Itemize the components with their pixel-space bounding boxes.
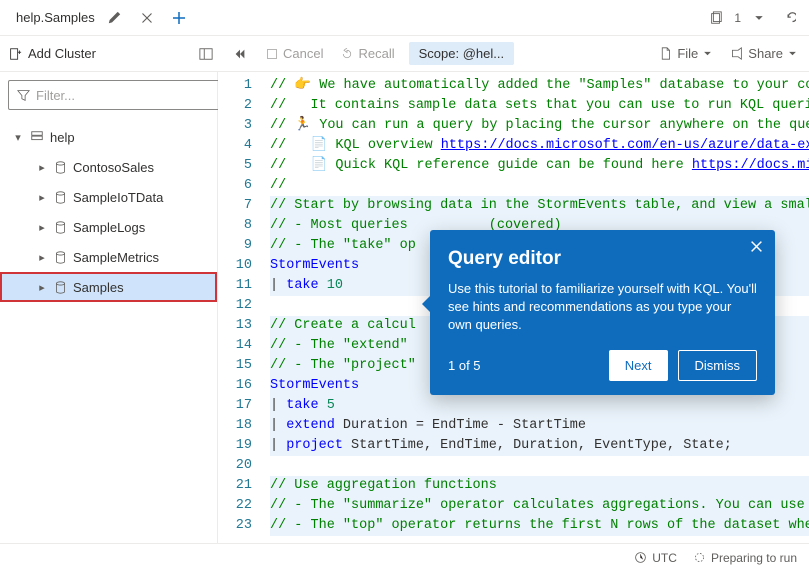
- connection-tree: ▾ help ▸ ContosoSales ▸ SampleIoTData ▸ Sampl…: [0, 118, 217, 306]
- chevron-right-icon: ▸: [36, 161, 48, 174]
- next-button[interactable]: Next: [609, 350, 668, 381]
- cancel-button[interactable]: Cancel: [262, 44, 327, 63]
- tree-item-label: SampleIoTData: [73, 190, 163, 205]
- status-state: Preparing to run: [693, 551, 797, 565]
- database-icon: [54, 221, 67, 234]
- callout-step: 1 of 5: [448, 358, 481, 373]
- cluster-icon: [30, 130, 44, 144]
- tab-active[interactable]: help.Samples: [8, 0, 167, 35]
- pencil-icon[interactable]: [103, 6, 127, 30]
- timezone-label: UTC: [652, 551, 677, 565]
- database-icon: [54, 191, 67, 204]
- undo-icon[interactable]: [777, 6, 801, 30]
- toolbar: Add Cluster Cancel Recall Scope: @hel...…: [0, 36, 809, 72]
- tab-bar: help.Samples 1: [0, 0, 809, 36]
- filter-input[interactable]: [36, 88, 212, 103]
- tree-root-label: help: [50, 130, 75, 145]
- share-menu[interactable]: Share: [726, 44, 801, 63]
- recall-button[interactable]: Recall: [337, 44, 398, 63]
- clock-icon: [634, 551, 647, 564]
- tutorial-callout: Query editor Use this tutorial to famili…: [430, 230, 775, 395]
- chevron-down-icon[interactable]: [747, 6, 771, 30]
- close-icon[interactable]: [135, 6, 159, 30]
- new-tab-button[interactable]: [167, 6, 191, 30]
- chevron-right-icon: ▸: [36, 251, 48, 264]
- status-bar: UTC Preparing to run: [0, 543, 809, 571]
- cancel-label: Cancel: [283, 46, 323, 61]
- chevron-right-icon: ▸: [36, 191, 48, 204]
- tree-item-label: ContosoSales: [73, 160, 154, 175]
- dismiss-button[interactable]: Dismiss: [678, 350, 758, 381]
- tree-item-label: SampleMetrics: [73, 250, 159, 265]
- collapse-left-icon[interactable]: [228, 42, 252, 66]
- tree-item-label: Samples: [73, 280, 124, 295]
- panel-toggle-icon[interactable]: [194, 42, 218, 66]
- tree-item-samples[interactable]: ▸ Samples: [0, 272, 217, 302]
- chevron-right-icon: ▸: [36, 221, 48, 234]
- state-label: Preparing to run: [711, 551, 797, 565]
- database-icon: [54, 161, 67, 174]
- copy-count: 1: [734, 11, 741, 25]
- add-cluster-button[interactable]: Add Cluster: [8, 46, 96, 61]
- spinner-icon: [693, 551, 706, 564]
- share-label: Share: [748, 46, 783, 61]
- tab-title: help.Samples: [16, 10, 95, 25]
- database-icon: [54, 251, 67, 264]
- file-menu[interactable]: File: [655, 44, 716, 63]
- filter-box[interactable]: [8, 80, 221, 110]
- tree-root-help[interactable]: ▾ help: [0, 122, 217, 152]
- recall-label: Recall: [358, 46, 394, 61]
- chevron-down-icon: ▾: [12, 131, 24, 144]
- scope-value: @hel...: [463, 46, 504, 61]
- status-timezone[interactable]: UTC: [634, 551, 677, 565]
- callout-title: Query editor: [448, 248, 757, 270]
- chevron-right-icon: ▸: [36, 281, 48, 294]
- file-label: File: [677, 46, 698, 61]
- tree-item-contososales[interactable]: ▸ ContosoSales: [0, 152, 217, 182]
- tree-item-label: SampleLogs: [73, 220, 145, 235]
- scope-selector[interactable]: Scope: @hel...: [409, 42, 514, 65]
- copy-icon[interactable]: [704, 6, 728, 30]
- callout-body: Use this tutorial to familiarize yoursel…: [448, 280, 757, 334]
- filter-icon: [17, 89, 30, 102]
- sidebar: ▾ help ▸ ContosoSales ▸ SampleIoTData ▸ Sampl…: [0, 72, 218, 543]
- close-icon[interactable]: [750, 240, 763, 253]
- line-gutter: 1234567891011121314151617181920212223: [218, 72, 262, 543]
- tree-item-samplelogs[interactable]: ▸ SampleLogs: [0, 212, 217, 242]
- tree-item-samplemetrics[interactable]: ▸ SampleMetrics: [0, 242, 217, 272]
- database-icon: [54, 281, 67, 294]
- add-cluster-label: Add Cluster: [28, 46, 96, 61]
- tree-item-sampleiotdata[interactable]: ▸ SampleIoTData: [0, 182, 217, 212]
- scope-prefix: Scope:: [419, 46, 463, 61]
